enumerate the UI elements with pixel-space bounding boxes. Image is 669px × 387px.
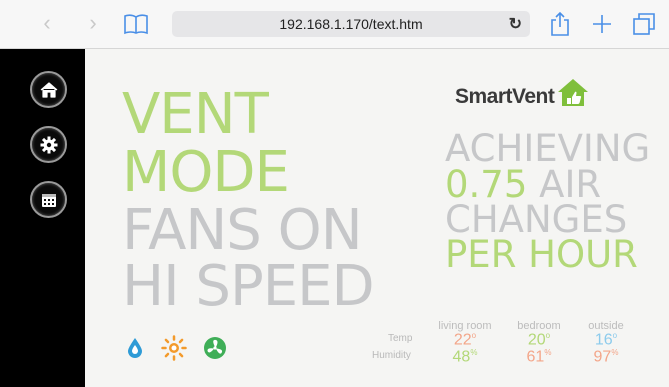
- tabs-icon[interactable]: [630, 10, 658, 38]
- sun-icon[interactable]: [161, 335, 187, 361]
- living-room-temp: 22o: [453, 331, 477, 349]
- gear-icon[interactable]: [30, 126, 67, 163]
- back-icon[interactable]: ‹: [34, 10, 60, 36]
- achieving-text: ACHIEVING: [445, 127, 651, 170]
- main-panel: VENT MODE FANS ON HI SPEED SmartVent ACH…: [85, 49, 669, 387]
- share-icon[interactable]: [546, 10, 574, 38]
- fan-line-1: FANS ON: [122, 198, 363, 263]
- calendar-icon[interactable]: [30, 181, 67, 218]
- browser-toolbar: ‹ › 192.168.1.170/text.htm ↻: [0, 0, 669, 49]
- outside-temp: 16o: [594, 331, 618, 349]
- outside-humidity: 97%: [593, 348, 619, 366]
- reload-icon[interactable]: ↻: [509, 14, 522, 34]
- mode-line-1: VENT: [122, 82, 269, 147]
- sidebar: [0, 49, 85, 387]
- mode-icons: [125, 335, 227, 361]
- bookmarks-icon[interactable]: [122, 10, 150, 38]
- logo-text: SmartVent: [455, 85, 555, 108]
- per-hour-text: PER HOUR: [445, 233, 638, 276]
- url-text: 192.168.1.170/text.htm: [279, 16, 423, 32]
- living-room-humidity: 48%: [452, 348, 478, 366]
- water-drop-icon[interactable]: [125, 337, 145, 359]
- smartvent-logo: SmartVent: [455, 77, 590, 109]
- fan-icon[interactable]: [203, 336, 227, 360]
- temp-row-label: Temp: [388, 333, 413, 344]
- forward-icon[interactable]: ›: [80, 10, 106, 36]
- fan-line-2: HI SPEED: [122, 254, 375, 319]
- home-icon[interactable]: [30, 71, 67, 108]
- address-bar[interactable]: 192.168.1.170/text.htm ↻: [172, 11, 530, 37]
- new-tab-icon[interactable]: [588, 10, 616, 38]
- logo-house-icon: [558, 79, 589, 106]
- humidity-row-label: Humidity: [372, 350, 411, 361]
- mode-line-2: MODE: [122, 140, 290, 205]
